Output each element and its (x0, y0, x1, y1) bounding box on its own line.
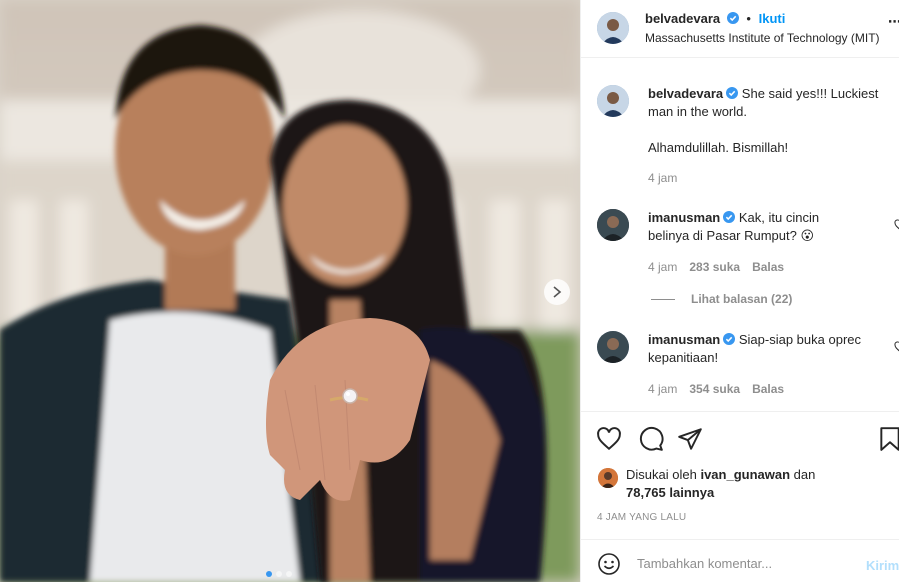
likes-count[interactable]: 78,765 lainnya (626, 485, 714, 500)
carousel-dot-active (266, 571, 272, 577)
caption-text-line2: man in the world. (648, 104, 747, 119)
profile-avatar-icon (597, 209, 629, 241)
follow-button[interactable]: Ikuti (759, 11, 786, 26)
avatar[interactable] (597, 85, 629, 117)
post-header: belvadevara • Ikuti Massachusetts Instit… (581, 0, 899, 58)
profile-avatar-icon (598, 468, 618, 488)
likes-prefix: Disukai oleh (626, 467, 697, 482)
post-photo[interactable] (0, 0, 580, 582)
avatar[interactable] (597, 12, 629, 44)
caption-time[interactable]: 4 jam (648, 171, 677, 185)
profile-avatar-icon (597, 85, 629, 117)
like-comment-heart-icon[interactable] (894, 341, 899, 353)
liker-username[interactable]: ivan_gunawan (700, 467, 790, 482)
verified-badge-icon (726, 87, 739, 99)
likes-and: dan (793, 467, 816, 482)
caption-username[interactable]: belvadevara (648, 86, 723, 101)
liker-avatar[interactable] (598, 468, 618, 488)
comment-likes[interactable]: 354 suka (689, 382, 740, 396)
post-image (0, 0, 580, 582)
post-side-panel: belvadevara • Ikuti Massachusetts Instit… (580, 0, 899, 582)
carousel-dot (276, 571, 282, 577)
view-replies-label: Lihat balasan (22) (691, 292, 793, 306)
comment-username[interactable]: imanusman (648, 332, 720, 347)
comments-list[interactable]: belvadevara She said yes!!! Luckiest man… (581, 59, 899, 411)
location-link[interactable]: Massachusetts Institute of Technology (M… (645, 31, 880, 45)
comment-input[interactable] (637, 548, 857, 578)
add-comment-bar: Kirim (581, 539, 899, 582)
avatar[interactable] (597, 209, 629, 241)
comment-text-line1: Kak, itu cincin (738, 210, 820, 225)
carousel-dot (286, 571, 292, 577)
reply-button[interactable]: Balas (752, 260, 784, 274)
next-image-button[interactable] (544, 279, 570, 305)
verified-badge-icon (726, 12, 739, 24)
separator-dot: • (746, 11, 751, 26)
carousel-indicator (266, 571, 292, 577)
view-replies-button[interactable]: Lihat balasan (22) (651, 292, 792, 306)
like-comment-heart-icon[interactable] (894, 219, 899, 231)
avatar[interactable] (597, 331, 629, 363)
reply-button[interactable]: Balas (752, 382, 784, 396)
author-username[interactable]: belvadevara (645, 11, 720, 26)
comment-likes[interactable]: 283 suka (689, 260, 740, 274)
caption-text-line1: She said yes!!! Luckiest (741, 86, 879, 101)
profile-avatar-icon (597, 12, 629, 44)
comment-time[interactable]: 4 jam (648, 382, 677, 396)
post-timestamp[interactable]: 4 JAM YANG LALU (597, 512, 686, 523)
caption-text-line3: Alhamdulillah. Bismillah! (648, 140, 789, 155)
verified-badge-icon (723, 333, 736, 345)
replies-divider (651, 298, 675, 300)
chevron-right-icon (553, 286, 562, 298)
verified-badge-icon (723, 211, 736, 223)
comment-text-line1: Siap-siap buka oprec (738, 332, 862, 347)
comment-username[interactable]: imanusman (648, 210, 720, 225)
profile-avatar-icon (597, 331, 629, 363)
action-bar (581, 411, 899, 467)
comment-text-line2: kepanitiaan! (648, 350, 719, 365)
comment-text-line2: belinya di Pasar Rumput? 😮 (648, 228, 815, 243)
emoji-icon[interactable] (597, 552, 621, 576)
share-send-icon[interactable] (677, 426, 703, 452)
bookmark-icon[interactable] (877, 426, 899, 452)
post-comment-button[interactable]: Kirim (866, 558, 899, 573)
heart-icon[interactable] (596, 426, 622, 452)
more-options-icon[interactable]: ⋯ (888, 14, 899, 30)
comment-icon[interactable] (638, 426, 664, 452)
comment-time[interactable]: 4 jam (648, 260, 677, 274)
